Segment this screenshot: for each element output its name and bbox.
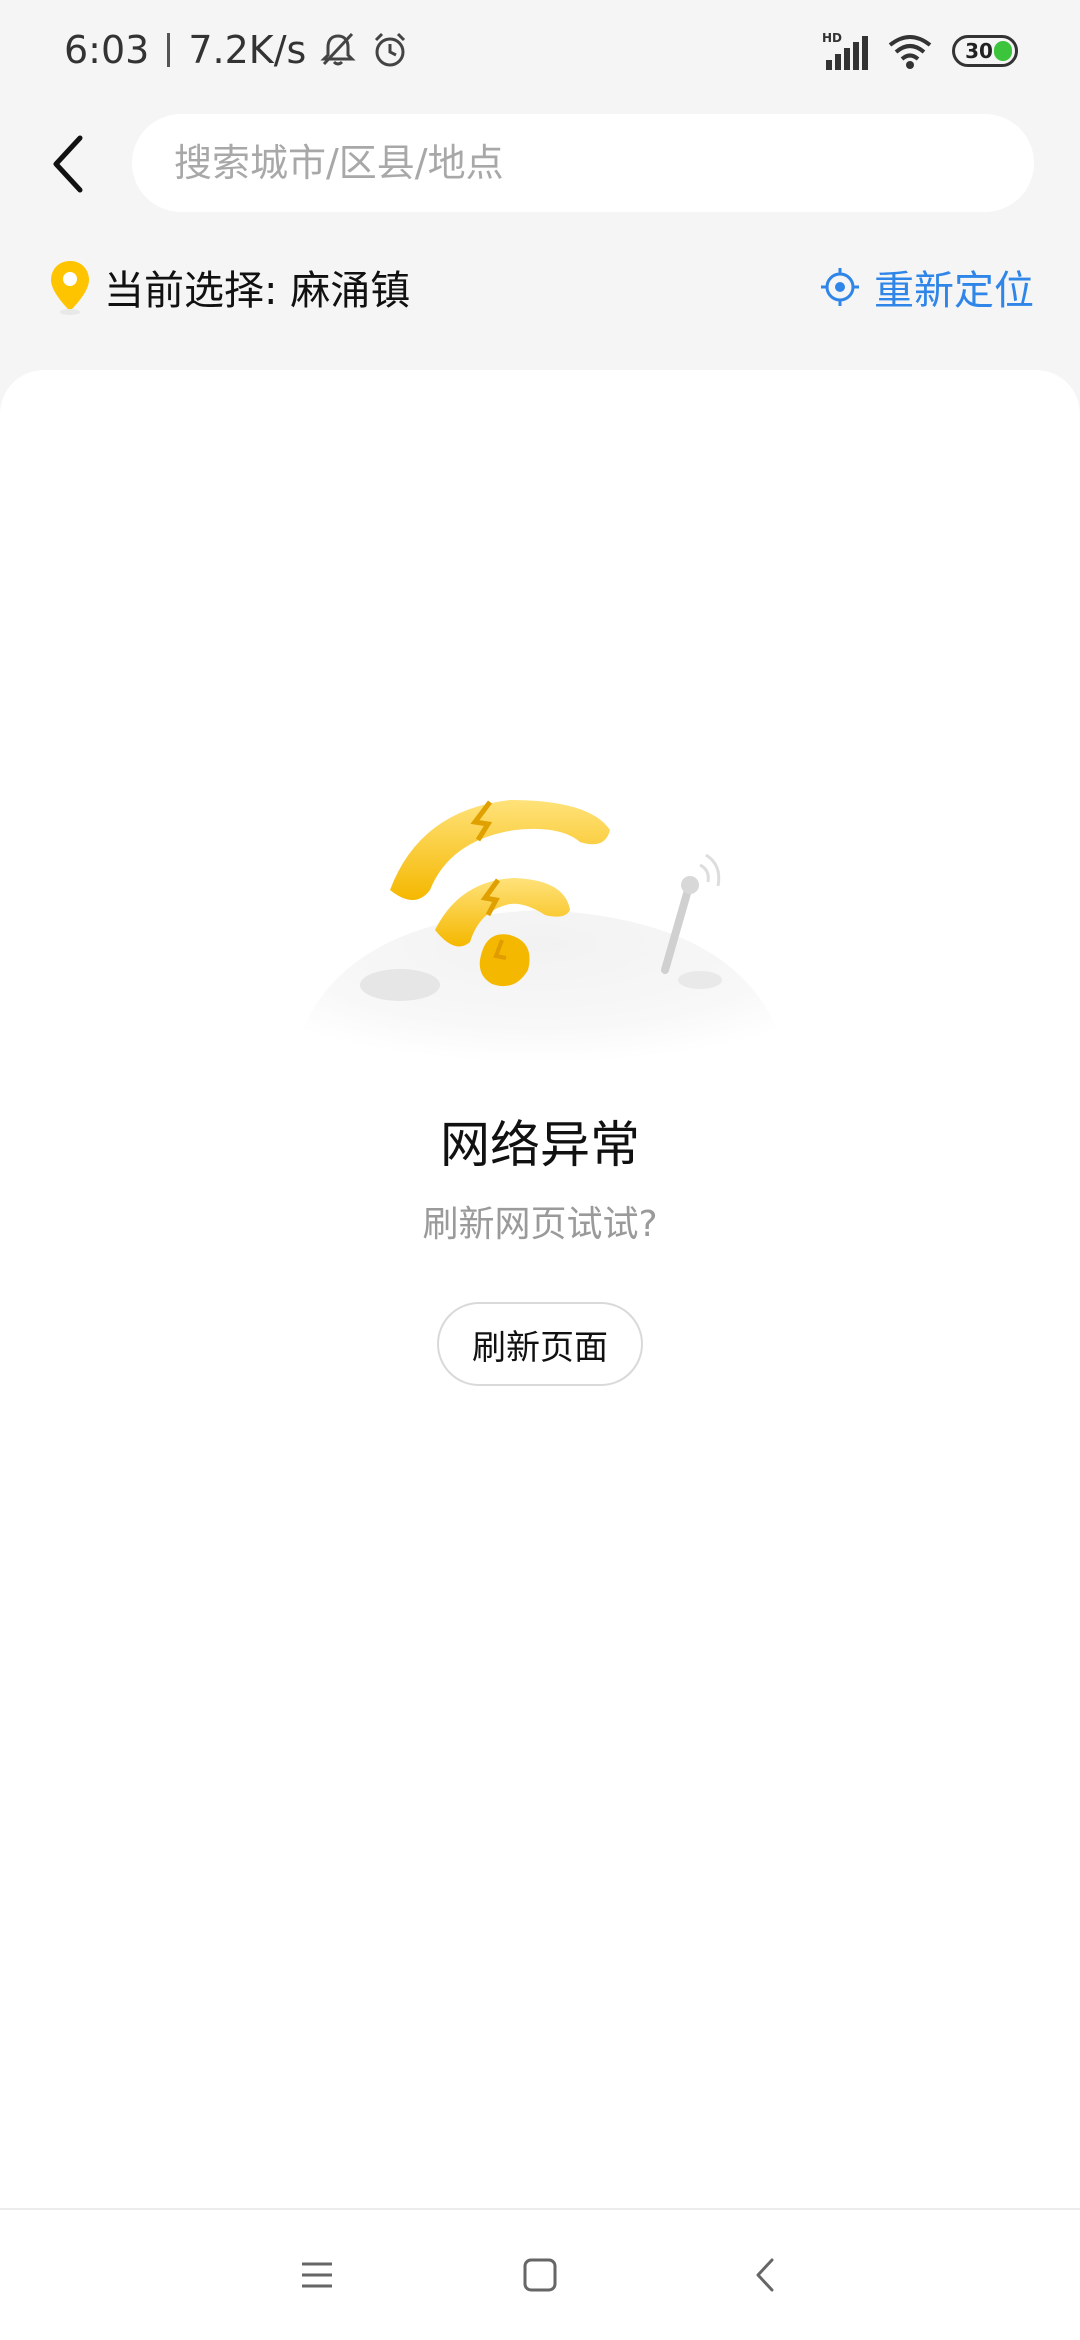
page: 6:03 7.2K/s HD 30 搜索城市/区县/地点 当前选择: 麻涌镇 重…: [0, 0, 1080, 2340]
relocate-button[interactable]: 重新定位: [820, 252, 1034, 322]
status-left: 6:03 7.2K/s: [64, 22, 410, 78]
status-bar: 6:03 7.2K/s HD 30: [0, 0, 1080, 100]
refresh-page-button[interactable]: 刷新页面: [437, 1302, 643, 1386]
back-button[interactable]: [40, 124, 100, 204]
menu-icon[interactable]: [292, 2250, 342, 2300]
alarm-icon: [375, 32, 406, 67]
search-box[interactable]: [132, 114, 1034, 212]
content-card: 网络异常 刷新网页试试? 刷新页面: [0, 370, 1080, 2210]
wifi-icon: [888, 35, 932, 69]
navigation-bar: [0, 2208, 1080, 2340]
battery-level: 30: [965, 39, 993, 63]
relocate-label: 重新定位: [874, 268, 1034, 314]
status-time: 6:03: [64, 28, 150, 72]
signal-icon: HD: [822, 31, 868, 70]
battery-fill: [994, 41, 1012, 61]
status-separator: [167, 33, 171, 67]
bell-off-icon: [320, 32, 356, 66]
status-right: HD 30: [804, 26, 1018, 76]
current-location-row: 当前选择: 麻涌镇: [48, 252, 410, 322]
error-title: 网络异常: [440, 1116, 640, 1174]
locate-target-icon: [821, 268, 859, 306]
network-speed: 7.2K/s: [188, 28, 307, 72]
current-selection-label: 当前选择: 麻涌镇: [104, 268, 411, 314]
network-type-label: HD: [822, 31, 842, 45]
search-input[interactable]: [172, 140, 976, 186]
network-error-illustration: [290, 800, 790, 1080]
error-subtitle: 刷新网页试试?: [422, 1204, 658, 1245]
location-pin-icon: [51, 261, 89, 315]
battery-icon: 30: [952, 35, 1018, 67]
back-icon[interactable]: [740, 2250, 790, 2300]
home-icon[interactable]: [515, 2250, 565, 2300]
